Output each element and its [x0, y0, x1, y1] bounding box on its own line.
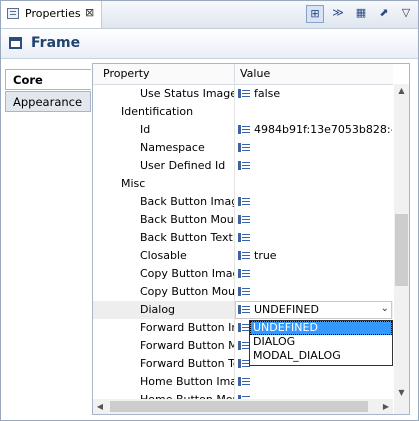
property-name: Misc: [121, 177, 146, 190]
value-editor-icon: [238, 197, 250, 206]
property-name: Copy Button Image: [140, 267, 234, 280]
value-editor-icon: [238, 269, 250, 278]
show-advanced-button[interactable]: ≫: [329, 5, 347, 23]
value-editor-icon: [238, 215, 250, 224]
table-row[interactable]: Id 4984b91f:13e7053b828:-7ff: [93, 121, 393, 139]
table-row[interactable]: Copy Button Mouse: [93, 283, 393, 301]
value-editor-icon: [238, 143, 250, 152]
dialog-dropdown-list[interactable]: UNDEFINED DIALOG MODAL_DIALOG: [249, 320, 393, 366]
property-value[interactable]: UNDEFINED: [254, 303, 392, 316]
table-row[interactable]: Back Button Mouse: [93, 211, 393, 229]
value-editor-icon: [238, 287, 250, 296]
properties-view: Properties ⊠ ⊞ ≫ ▦ ⬈ ▽ Frame Core Appear…: [0, 0, 419, 421]
property-name: Forward Button Image: [140, 321, 234, 334]
horizontal-scrollbar[interactable]: ◀ ▶: [93, 399, 393, 414]
value-editor-icon: [238, 125, 250, 134]
value-editor-icon: [238, 377, 250, 386]
property-name: Back Button Image: [140, 195, 234, 208]
value-editor-icon: [238, 161, 250, 170]
property-value[interactable]: 4984b91f:13e7053b828:-7ff: [254, 123, 392, 136]
table-row[interactable]: Namespace: [93, 139, 393, 157]
property-name: Identification: [121, 105, 194, 118]
title-bar: Frame: [1, 29, 418, 59]
view-tab-bar: Properties ⊠ ⊞ ≫ ▦ ⬈ ▽: [1, 1, 418, 29]
table-row[interactable]: Closable true: [93, 247, 393, 265]
table-row[interactable]: Back Button Text: [93, 229, 393, 247]
tab-core[interactable]: Core: [5, 69, 91, 90]
category-tabs: Core Appearance: [5, 63, 91, 413]
value-editor-icon: [238, 233, 250, 242]
horizontal-scroll-thumb[interactable]: [110, 401, 368, 412]
scroll-up-icon[interactable]: ▲: [394, 84, 409, 98]
view-menu-icon[interactable]: ▽: [397, 5, 415, 23]
value-editor-icon: [238, 251, 250, 260]
table-row[interactable]: Home Button Image: [93, 373, 393, 391]
property-name: Namespace: [140, 141, 205, 154]
properties-icon: [7, 8, 19, 19]
scrollbar-corner: [394, 399, 409, 414]
property-name: Copy Button Mouse: [140, 285, 234, 298]
value-column-header[interactable]: Value: [240, 67, 270, 80]
scroll-down-icon[interactable]: ▼: [394, 386, 409, 400]
table-row[interactable]: Back Button Image: [93, 193, 393, 211]
property-name: Closable: [140, 249, 187, 262]
table-row[interactable]: Identification: [93, 103, 393, 121]
property-name: Dialog: [140, 303, 176, 316]
property-name: User Defined Id: [140, 159, 226, 172]
table-row[interactable]: Dialog ⌄ UNDEFINED: [93, 301, 393, 319]
table-row[interactable]: User Defined Id: [93, 157, 393, 175]
property-name: Back Button Text: [140, 231, 233, 244]
tab-properties-label: Properties: [25, 7, 81, 20]
show-categories-button[interactable]: ⊞: [306, 5, 324, 23]
property-name: Id: [140, 123, 151, 136]
page-title: Frame: [31, 35, 81, 51]
close-icon[interactable]: ⊠: [85, 6, 94, 19]
dropdown-option[interactable]: MODAL_DIALOG: [250, 349, 392, 363]
table-row[interactable]: Misc: [93, 175, 393, 193]
tab-properties[interactable]: Properties ⊠: [1, 1, 102, 28]
table-header: Property Value: [93, 64, 393, 85]
pin-view-button[interactable]: ⬈: [375, 5, 393, 23]
scroll-left-icon[interactable]: ◀: [93, 399, 107, 414]
frame-icon: [9, 37, 22, 49]
tab-appearance[interactable]: Appearance: [5, 91, 91, 112]
property-value[interactable]: false: [254, 87, 392, 100]
property-name: Forward Button Mouse: [140, 339, 234, 352]
property-name: Home Button Image: [140, 375, 234, 388]
dropdown-option[interactable]: DIALOG: [250, 335, 392, 349]
property-name: Use Status Images: [140, 87, 234, 100]
property-name: Back Button Mouse: [140, 213, 234, 226]
property-column-header[interactable]: Property: [103, 67, 150, 80]
table-row[interactable]: Copy Button Image: [93, 265, 393, 283]
scroll-right-icon[interactable]: ▶: [379, 399, 393, 414]
vertical-scrollbar[interactable]: ▲ ▼: [394, 84, 409, 400]
property-value[interactable]: true: [254, 249, 392, 262]
restore-default-button[interactable]: ▦: [352, 5, 370, 23]
table-row[interactable]: Use Status Images false: [93, 85, 393, 103]
dropdown-option[interactable]: UNDEFINED: [250, 321, 392, 335]
vertical-scroll-thumb[interactable]: [395, 214, 408, 286]
value-editor-icon: [238, 305, 250, 314]
property-name: Forward Button Text: [140, 357, 234, 370]
value-editor-icon: [238, 89, 250, 98]
